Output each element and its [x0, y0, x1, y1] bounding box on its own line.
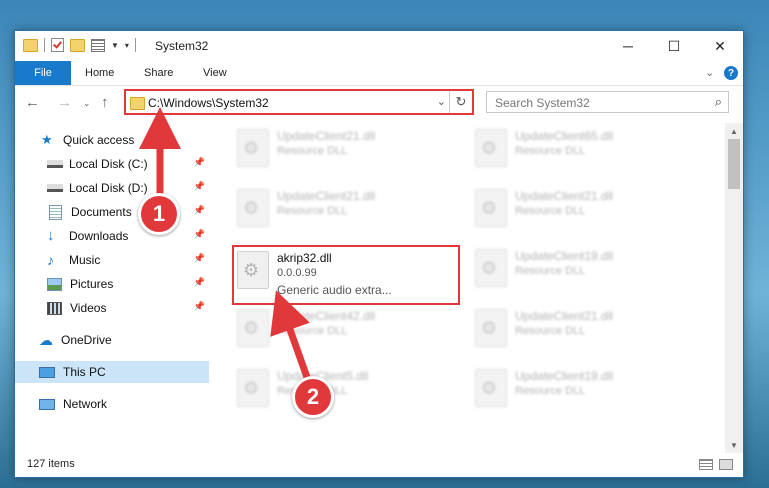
step-badge-2: 2: [292, 376, 334, 418]
step-badge-1: 1: [138, 193, 180, 235]
arrow-to-dll-file: [270, 290, 312, 382]
annotation-arrows: [139, 107, 312, 382]
